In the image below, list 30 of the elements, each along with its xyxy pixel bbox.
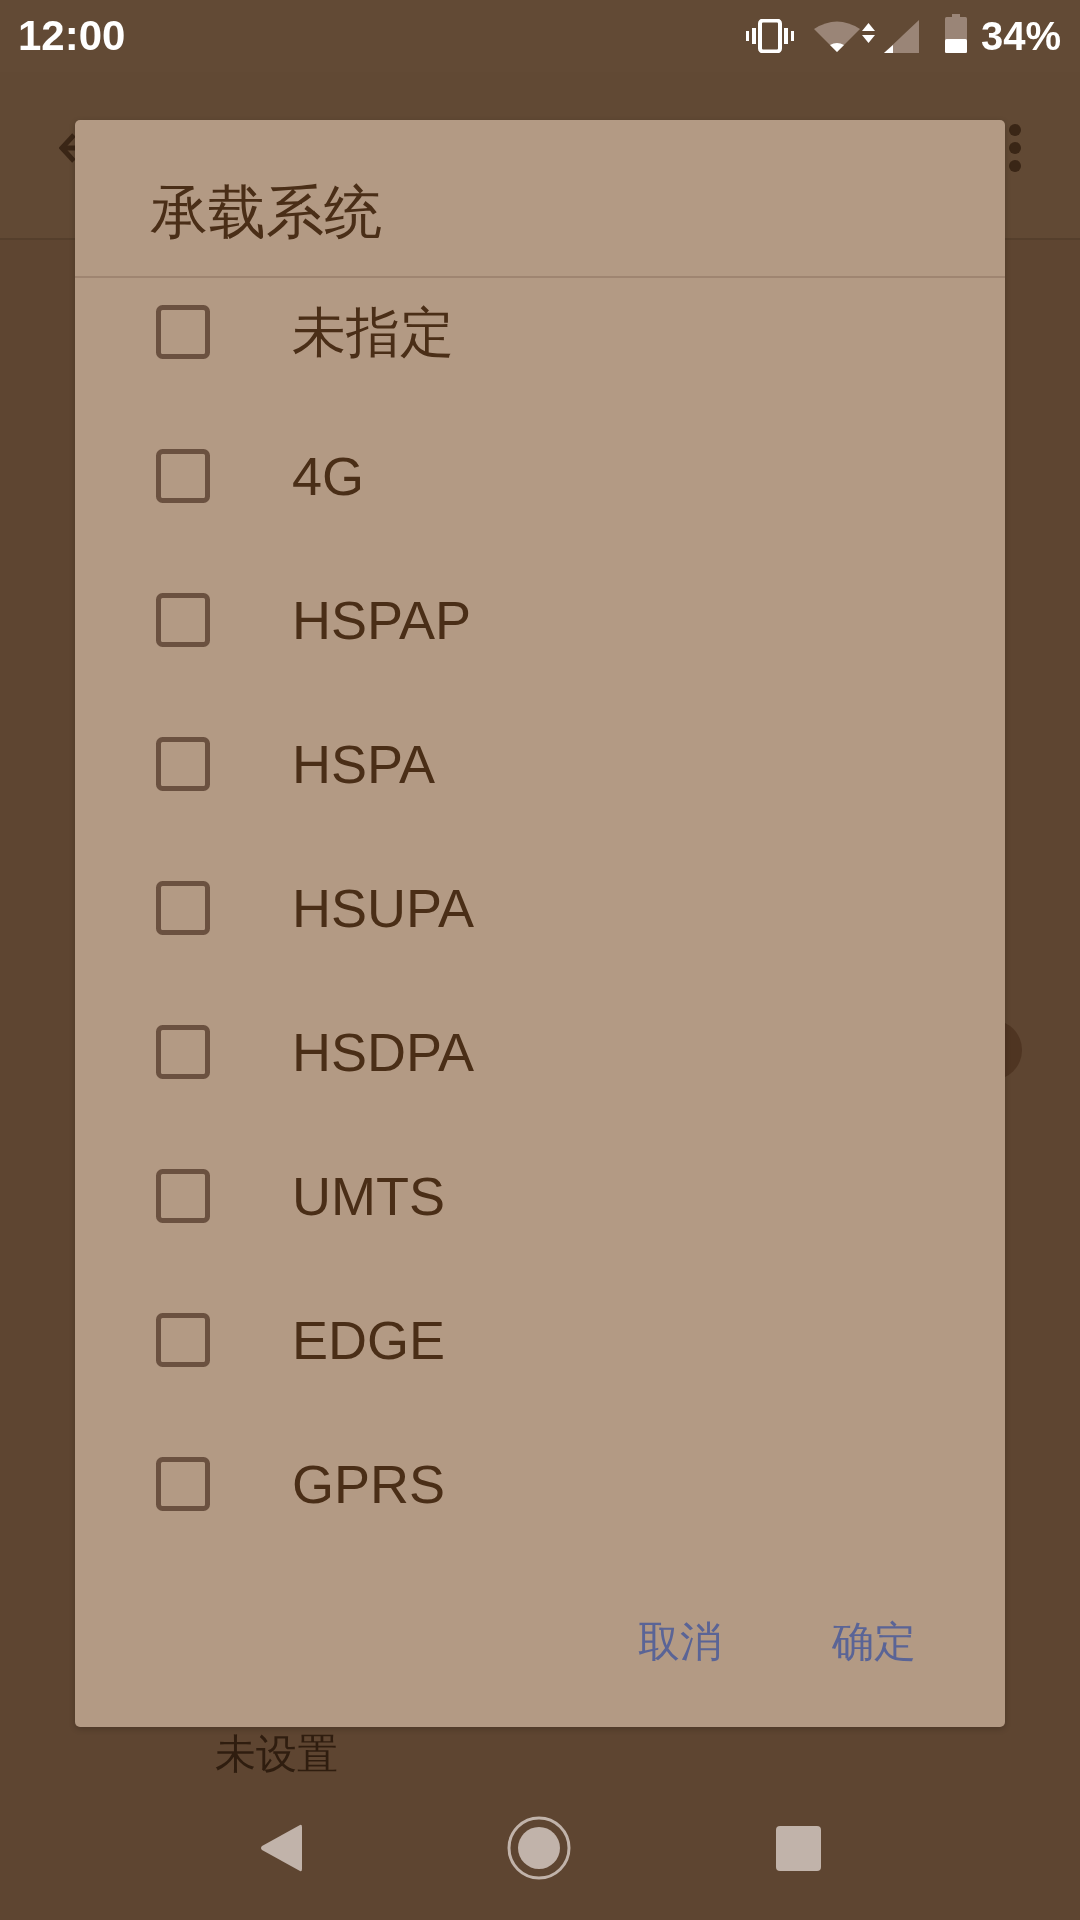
signal-icon <box>883 19 919 53</box>
option-label[interactable]: UMTS <box>292 1169 445 1223</box>
overflow-menu-icon <box>1009 124 1021 172</box>
checkbox[interactable] <box>156 1457 210 1511</box>
option-label[interactable]: 4G <box>292 449 365 503</box>
vibrate-icon <box>745 19 794 53</box>
option-label[interactable]: GPRS <box>292 1457 446 1511</box>
wifi-icon <box>813 20 860 52</box>
dialog-title: 承载系统 <box>150 183 382 241</box>
checkbox[interactable] <box>156 1169 210 1223</box>
data-arrows-icon <box>861 23 875 43</box>
battery-icon <box>944 13 967 53</box>
option-label[interactable]: EDGE <box>292 1313 446 1367</box>
checkbox[interactable] <box>156 593 210 647</box>
home-icon[interactable] <box>506 1816 571 1880</box>
option-label[interactable]: HSDPA <box>292 1025 475 1079</box>
option-label[interactable]: HSUPA <box>292 881 475 935</box>
checkbox[interactable] <box>156 737 210 791</box>
back-icon[interactable] <box>259 1823 302 1873</box>
checkbox[interactable] <box>156 1025 210 1079</box>
recents-icon[interactable] <box>775 1825 821 1871</box>
option-label[interactable]: HSPA <box>292 737 436 791</box>
option-label[interactable]: HSPAP <box>292 593 472 647</box>
checkbox[interactable] <box>156 1313 210 1367</box>
battery-percent: 34% <box>980 16 1061 56</box>
checkbox[interactable] <box>156 449 210 503</box>
checkbox[interactable] <box>156 305 210 359</box>
checkbox[interactable] <box>156 881 210 935</box>
status-time: 12:00 <box>18 15 126 57</box>
option-label[interactable]: 未指定 <box>292 305 454 359</box>
